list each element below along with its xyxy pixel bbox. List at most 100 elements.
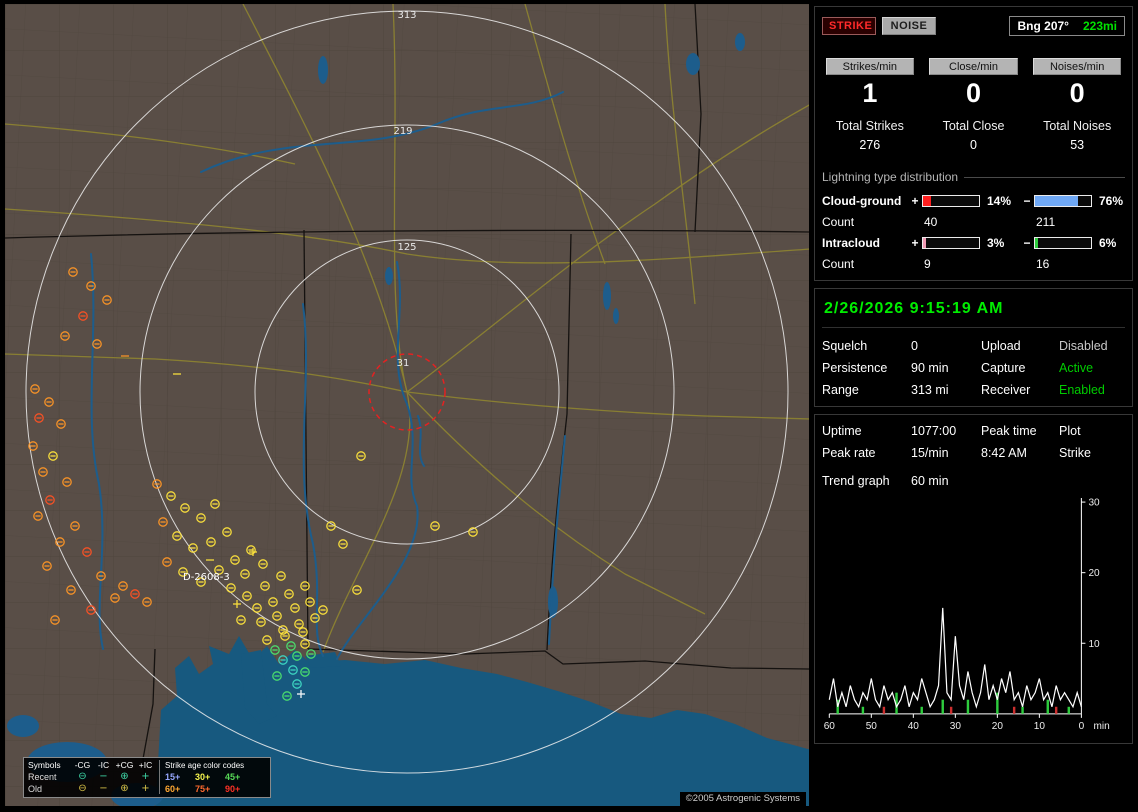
noise-bar <box>1068 707 1070 714</box>
trend-graph-label: Trend graph <box>822 474 911 488</box>
minus-sign: − <box>1020 236 1034 250</box>
peak-time-value: 8:42 AM <box>981 446 1059 460</box>
x-tick-label: 30 <box>950 721 962 732</box>
age-code-90: 90+ <box>225 784 255 794</box>
cg-plus-bar <box>922 195 980 207</box>
plot-label: Plot <box>1059 424 1125 438</box>
upload-status: Disabled <box>1059 339 1125 353</box>
ic-minus-percent: 6% <box>1094 236 1128 250</box>
capture-status: Active <box>1059 361 1125 375</box>
ic-pos-recent-icon: + <box>135 771 156 782</box>
cg-minus-bar-fill <box>1035 196 1078 206</box>
legend-age-title: Strike age color codes <box>165 761 255 770</box>
close-bar <box>883 707 885 714</box>
range-value: 313 mi <box>911 383 981 397</box>
uptime-grid: Uptime 1077:00 Peak time Plot Peak rate … <box>822 424 1125 460</box>
ic-plus-percent: 3% <box>982 236 1020 250</box>
x-tick-label: 40 <box>908 721 920 732</box>
receiver-label: Receiver <box>981 383 1059 397</box>
noises-per-min-button[interactable]: Noises/min <box>1033 58 1121 75</box>
noise-bar <box>1021 707 1023 714</box>
noise-bar <box>1047 700 1049 714</box>
close-per-min-value: 0 <box>926 77 1022 109</box>
trend-section: Uptime 1077:00 Peak time Plot Peak rate … <box>814 414 1133 744</box>
noise-bar <box>942 700 944 714</box>
receiver-status: Enabled <box>1059 383 1125 397</box>
trend-chart: 6050403020100min102030 <box>822 492 1127 734</box>
y-tick-label: 30 <box>1088 498 1100 509</box>
cg-neg-recent-icon: ⊖ <box>72 771 93 782</box>
lightning-map[interactable]: 313 219 125 31 D-2608-3 Symbols -CG -IC … <box>5 4 809 806</box>
bearing-display[interactable]: Bng 207° 223mi <box>1009 16 1125 36</box>
cg-pos-recent-icon: ⊕ <box>114 771 135 782</box>
cg-minus-count: 211 <box>1034 215 1094 229</box>
side-panel: STRIKE NOISE Bng 207° 223mi Strikes/min … <box>814 6 1133 751</box>
strike-button[interactable]: STRIKE <box>822 17 876 35</box>
mode-row: STRIKE NOISE Bng 207° 223mi <box>822 16 1125 36</box>
settings-grid: Squelch 0 Upload Disabled Persistence 90… <box>822 339 1125 397</box>
ic-plus-count: 9 <box>922 257 982 271</box>
legend-symbols-header: Symbols <box>28 760 72 770</box>
noise-button[interactable]: NOISE <box>882 17 936 35</box>
cloud-ground-label: Cloud-ground <box>822 194 908 208</box>
trend-graph-window: 60 min <box>911 474 981 488</box>
noise-bar <box>921 707 923 714</box>
x-tick-label: 50 <box>866 721 878 732</box>
cg-minus-bar <box>1034 195 1092 207</box>
status-section: 2/26/2026 9:15:19 AM Squelch 0 Upload Di… <box>814 288 1133 407</box>
ic-minus-bar-fill <box>1035 238 1038 248</box>
cg-count-label: Count <box>822 215 908 229</box>
x-tick-label: 10 <box>1034 721 1046 732</box>
x-axis-unit: min <box>1093 721 1109 732</box>
x-tick-label: 0 <box>1079 721 1085 732</box>
uptime-value: 1077:00 <box>911 424 981 438</box>
ic-plus-bar <box>922 237 980 249</box>
age-code-30: 30+ <box>195 772 225 782</box>
cg-plus-bar-fill <box>923 196 931 206</box>
total-noises-label: Total Noises <box>1029 119 1125 133</box>
legend-age-table: Strike age color codes 15+ 30+ 45+ 60+ 7… <box>159 760 255 794</box>
age-code-60: 60+ <box>165 784 195 794</box>
legend-row-recent-label: Recent <box>28 772 72 782</box>
peak-time-label: Peak time <box>981 424 1059 438</box>
legend-symbols-table: Symbols -CG -IC +CG +IC Recent ⊖ − ⊕ + O… <box>28 760 156 794</box>
capture-label: Capture <box>981 361 1059 375</box>
y-tick-label: 20 <box>1088 568 1100 579</box>
strikes-per-min-value: 1 <box>822 77 918 109</box>
squelch-value: 0 <box>911 339 981 353</box>
intracloud-label: Intracloud <box>822 236 908 250</box>
rates-grid: Strikes/min Close/min Noises/min 1 0 0 T… <box>822 58 1125 152</box>
ic-pos-old-icon: + <box>135 783 156 794</box>
bearing-label: Bng 207° <box>1017 19 1068 33</box>
legend-row-old-label: Old <box>28 784 72 794</box>
noise-bar <box>862 707 864 714</box>
range-label: Range <box>822 383 911 397</box>
distribution-heading: Lightning type distribution <box>822 170 1125 184</box>
ic-minus-bar <box>1034 237 1092 249</box>
strikes-per-min-button[interactable]: Strikes/min <box>826 58 914 75</box>
ic-plus-bar-fill <box>923 238 926 248</box>
station-label: D-2608-3 <box>183 572 230 583</box>
legend-col-ic-neg: -IC <box>93 760 114 770</box>
age-code-45: 45+ <box>225 772 255 782</box>
strike-legend: Symbols -CG -IC +CG +IC Recent ⊖ − ⊕ + O… <box>23 757 271 798</box>
close-per-min-button[interactable]: Close/min <box>929 58 1017 75</box>
cg-plus-percent: 14% <box>982 194 1020 208</box>
legend-col-cg-neg: -CG <box>72 760 93 770</box>
range-label-219: 219 <box>393 126 412 137</box>
noise-bar <box>967 700 969 714</box>
strike-stats-section: STRIKE NOISE Bng 207° 223mi Strikes/min … <box>814 6 1133 281</box>
peak-rate-label: Peak rate <box>822 446 911 460</box>
datetime-display: 2/26/2026 9:15:19 AM <box>822 298 1125 328</box>
close-bar <box>1055 707 1057 714</box>
ic-minus-count: 16 <box>1034 257 1094 271</box>
copyright-notice: ©2005 Astrogenic Systems <box>680 792 806 806</box>
peak-rate-value: 15/min <box>911 446 981 460</box>
plus-sign: + <box>908 194 922 208</box>
range-label-31: 31 <box>397 358 410 369</box>
total-noises-value: 53 <box>1029 138 1125 152</box>
legend-col-cg-pos: +CG <box>114 760 135 770</box>
range-label-125: 125 <box>397 242 416 253</box>
cg-plus-count: 40 <box>922 215 982 229</box>
ic-count-label: Count <box>822 257 908 271</box>
